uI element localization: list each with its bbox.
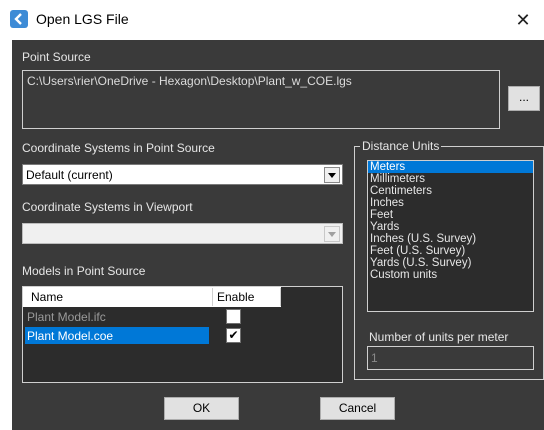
coord-viewport-label: Coordinate Systems in Viewport	[22, 200, 193, 214]
models-col-name[interactable]: Name	[31, 290, 63, 304]
chevron-down-icon[interactable]	[324, 226, 340, 242]
title-bar: Open LGS File ✕	[0, 0, 544, 40]
units-per-meter-input[interactable]: 1	[367, 346, 534, 370]
model-row-ifc[interactable]: Plant Model.ifc	[25, 308, 209, 325]
model-name: Plant Model.coe	[27, 329, 114, 343]
models-col-enable[interactable]: Enable	[217, 290, 254, 304]
coord-point-source-value: Default (current)	[26, 168, 113, 182]
model-enable-checkbox-ifc[interactable]	[226, 309, 241, 324]
dialog-body: Point Source C:\Users\rier\OneDrive - He…	[12, 40, 544, 430]
close-icon[interactable]: ✕	[508, 6, 538, 34]
model-row-coe[interactable]: Plant Model.coe	[25, 327, 209, 344]
browse-button[interactable]: ...	[508, 86, 540, 111]
units-per-meter-value: 1	[371, 351, 378, 365]
distance-unit-item[interactable]: Yards (U.S. Survey)	[368, 257, 533, 269]
model-name: Plant Model.ifc	[27, 310, 106, 324]
distance-unit-item[interactable]: Yards	[368, 221, 533, 233]
coord-point-source-label: Coordinate Systems in Point Source	[22, 141, 215, 155]
app-icon	[10, 10, 28, 28]
column-divider	[280, 288, 281, 306]
distance-unit-item[interactable]: Feet (U.S. Survey)	[368, 245, 533, 257]
distance-unit-item[interactable]: Feet	[368, 209, 533, 221]
units-per-meter-label: Number of units per meter	[369, 330, 509, 344]
point-source-label: Point Source	[22, 50, 91, 64]
distance-unit-item[interactable]: Custom units	[368, 269, 533, 281]
point-source-path[interactable]: C:\Users\rier\OneDrive - Hexagon\Desktop…	[22, 70, 500, 129]
distance-unit-item[interactable]: Meters	[368, 161, 533, 173]
models-label: Models in Point Source	[22, 264, 146, 278]
models-list[interactable]: Name Enable Plant Model.ifc Plant Model.…	[22, 286, 343, 383]
window-title: Open LGS File	[36, 11, 129, 27]
distance-unit-item[interactable]: Centimeters	[368, 185, 533, 197]
cancel-button[interactable]: Cancel	[320, 397, 395, 420]
distance-units-list[interactable]: Meters Millimeters Centimeters Inches Feet Ya…	[367, 160, 534, 312]
distance-unit-item[interactable]: Inches	[368, 197, 533, 209]
distance-units-label: Distance Units	[360, 139, 442, 153]
models-header: Name Enable	[23, 287, 281, 307]
point-source-path-text: C:\Users\rier\OneDrive - Hexagon\Desktop…	[27, 74, 352, 88]
coord-viewport-select[interactable]	[22, 223, 343, 244]
ok-button[interactable]: OK	[164, 397, 239, 420]
distance-unit-item[interactable]: Inches (U.S. Survey)	[368, 233, 533, 245]
chevron-down-icon[interactable]	[324, 167, 340, 183]
coord-point-source-select[interactable]: Default (current)	[22, 164, 343, 185]
column-divider	[212, 288, 213, 306]
distance-unit-item[interactable]: Millimeters	[368, 173, 533, 185]
model-enable-checkbox-coe[interactable]: ✔	[226, 328, 241, 343]
